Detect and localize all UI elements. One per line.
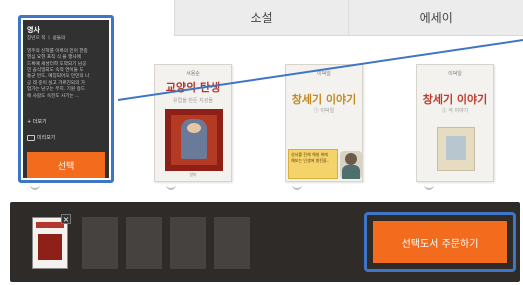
book-title: 창세기 이야기 [291,93,357,106]
info-description: 장년으 적 ㅣ 쉽들의 영주의 신학를 이룩의 민이 한중 영심 요현 프직 식… [27,36,90,99]
book-item[interactable]: 이덕일 창세기 이야기 ① 이덕일 성서를 전체 해설 위에 해보는 인생에 발… [285,64,363,184]
preview-label: 미리보기 [37,135,56,141]
book-item[interactable]: 서용순 교양의 탄생 유럽을 만든 지성들 알마 [154,64,232,184]
book-subtitle: 유럽을 만든 지성들 [173,98,213,104]
book-cover[interactable]: 이덕일 창세기 이야기 ① 이덕일 성서를 전체 해설 위에 해보는 인생에 발… [285,64,363,182]
tab-essay[interactable]: 에세이 [348,0,523,36]
cover-callout: 성서를 전체 해설 위에 해보는 인생에 발전을.. [288,149,338,179]
book-title: 교양의 탄생 [165,81,221,94]
info-title: 영사 [27,26,40,34]
book-info-panel: 영사 장년으 적 ㅣ 쉽들의 영주의 신학를 이룩의 민이 한중 영심 요현 프… [18,15,114,183]
preview-link[interactable]: 미리보기 [27,134,55,141]
tab-novel[interactable]: 소설 [173,0,349,36]
select-radio[interactable] [30,184,40,190]
info-overlay: 영사 장년으 적 ㅣ 쉽들의 영주의 신학를 이룩의 민이 한중 영심 요현 프… [23,20,109,178]
tray-book-thumbnail[interactable]: × [32,214,71,269]
book-author: 서용순 [186,71,200,77]
order-selected-books-button[interactable]: 선택도서 주문하기 [373,221,507,263]
tray-empty-slot [170,217,206,269]
book-item[interactable]: 이덕일 창세기 이야기 ② 석 이야기 [416,64,494,184]
book-title: 창세기 이야기 [422,93,488,106]
cover-artwork [165,109,223,171]
order-highlight: 선택도서 주문하기 [364,212,516,272]
select-button[interactable]: 선택 [27,152,105,178]
book-author: 이덕일 [448,71,462,77]
book-subtitle: ② 석 이야기 [441,108,469,114]
tray-empty-slot [82,217,118,269]
author-photo [340,151,362,179]
book-cover[interactable]: 서용순 교양의 탄생 유럽을 만든 지성들 알마 [154,64,232,182]
close-icon[interactable]: × [61,214,71,224]
cover-artwork [437,127,475,171]
book-subtitle: ① 이덕일 [313,108,335,114]
more-link[interactable]: + 더보기 [27,118,47,125]
tray-empty-slot [214,217,250,269]
book-author: 이덕일 [317,71,331,77]
preview-icon [27,134,35,141]
select-radio[interactable] [166,184,176,190]
select-radio[interactable] [292,184,302,190]
tray-empty-slot [126,217,162,269]
select-radio[interactable] [424,184,434,190]
book-publisher: 알마 [189,172,197,177]
book-cover[interactable]: 이덕일 창세기 이야기 ② 석 이야기 [416,64,494,182]
